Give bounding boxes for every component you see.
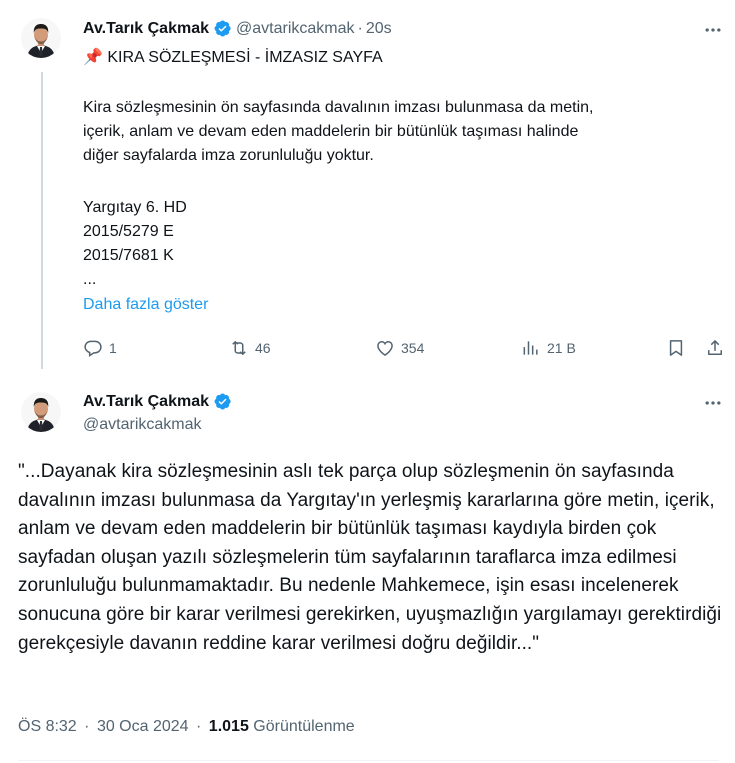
views-count: 1.015 [208,718,249,735]
verified-badge-icon [213,19,232,38]
separator-dot: · [84,718,90,735]
pin-emoji-icon: 📌 [83,49,103,66]
author-handle[interactable]: @avtarikcakmak [83,416,202,434]
tweet-time[interactable]: 20s [366,20,392,38]
heart-icon [377,340,393,356]
more-dots-icon[interactable] [702,19,724,41]
separator-dot: · [196,718,202,735]
avatar[interactable] [21,392,61,432]
verified-badge-icon [213,392,232,411]
body-line: ... [83,271,97,288]
reply-tweet-body: Kira sözleşmesinin ön sayfasında davalın… [83,96,593,168]
author-name[interactable]: Av.Tarık Çakmak [83,20,209,38]
retweet-count: 46 [255,340,271,356]
main-tweet-text: "...Dayanak kira sözleşmesinin aslı tek … [18,461,722,654]
retweet-icon [232,341,246,355]
body-line: 2015/5279 E [83,223,174,240]
author-name[interactable]: Av.Tarık Çakmak [83,393,209,411]
views-count: 21 B [547,340,576,356]
body-line: Kira sözleşmesinin ön sayfasında davalın… [83,99,594,116]
reply-tweet-citation: Yargıtay 6. HD 2015/5279 E 2015/7681 K .… [83,196,187,292]
reply-icon [84,340,102,357]
reply-tweet-header: Av.Tarık Çakmak @avtarikcakmak · 20s [83,19,392,38]
reply-button[interactable]: 1 [83,338,117,358]
separator-dot: · [357,19,363,37]
body-line: içerik, anlam ve devam eden maddelerin b… [83,123,579,140]
reply-tweet-title: 📌 KIRA SÖZLEŞMESİ - İMZASIZ SAYFA [83,46,383,70]
views-chart-icon [523,341,538,355]
show-more-link[interactable]: Daha fazla göster [83,296,208,314]
divider [18,760,719,761]
views-label: Görüntülenme [253,718,355,735]
tweet-time[interactable]: ÖS 8:32 [18,718,77,735]
thread-connector-line [41,72,43,369]
bookmark-icon [669,340,683,356]
author-handle[interactable]: @avtarikcakmak [236,20,355,38]
avatar[interactable] [21,18,61,58]
like-count: 354 [401,340,425,356]
reply-count: 1 [109,340,117,356]
tweet-date[interactable]: 30 Oca 2024 [97,718,189,735]
main-tweet-handle-line: @avtarikcakmak [83,416,202,434]
tweet-metadata: ÖS 8:32 · 30 Oca 2024 · 1.015 Görüntülen… [18,718,355,736]
body-line: 2015/7681 K [83,247,174,264]
tweet-title: KIRA SÖZLEŞMESİ - İMZASIZ SAYFA [107,49,383,66]
body-line: Yargıtay 6. HD [83,199,187,216]
retweet-button[interactable]: 46 [229,338,271,358]
bookmark-button[interactable] [666,338,686,358]
more-dots-icon[interactable] [702,392,724,414]
main-tweet-author: Av.Tarık Çakmak [83,392,232,411]
share-button[interactable] [705,338,725,358]
share-icon [708,340,722,355]
like-button[interactable]: 354 [375,338,424,358]
views-button[interactable]: 21 B [521,338,576,358]
body-line: diğer sayfalarda imza zorunluluğu yoktur… [83,147,374,164]
